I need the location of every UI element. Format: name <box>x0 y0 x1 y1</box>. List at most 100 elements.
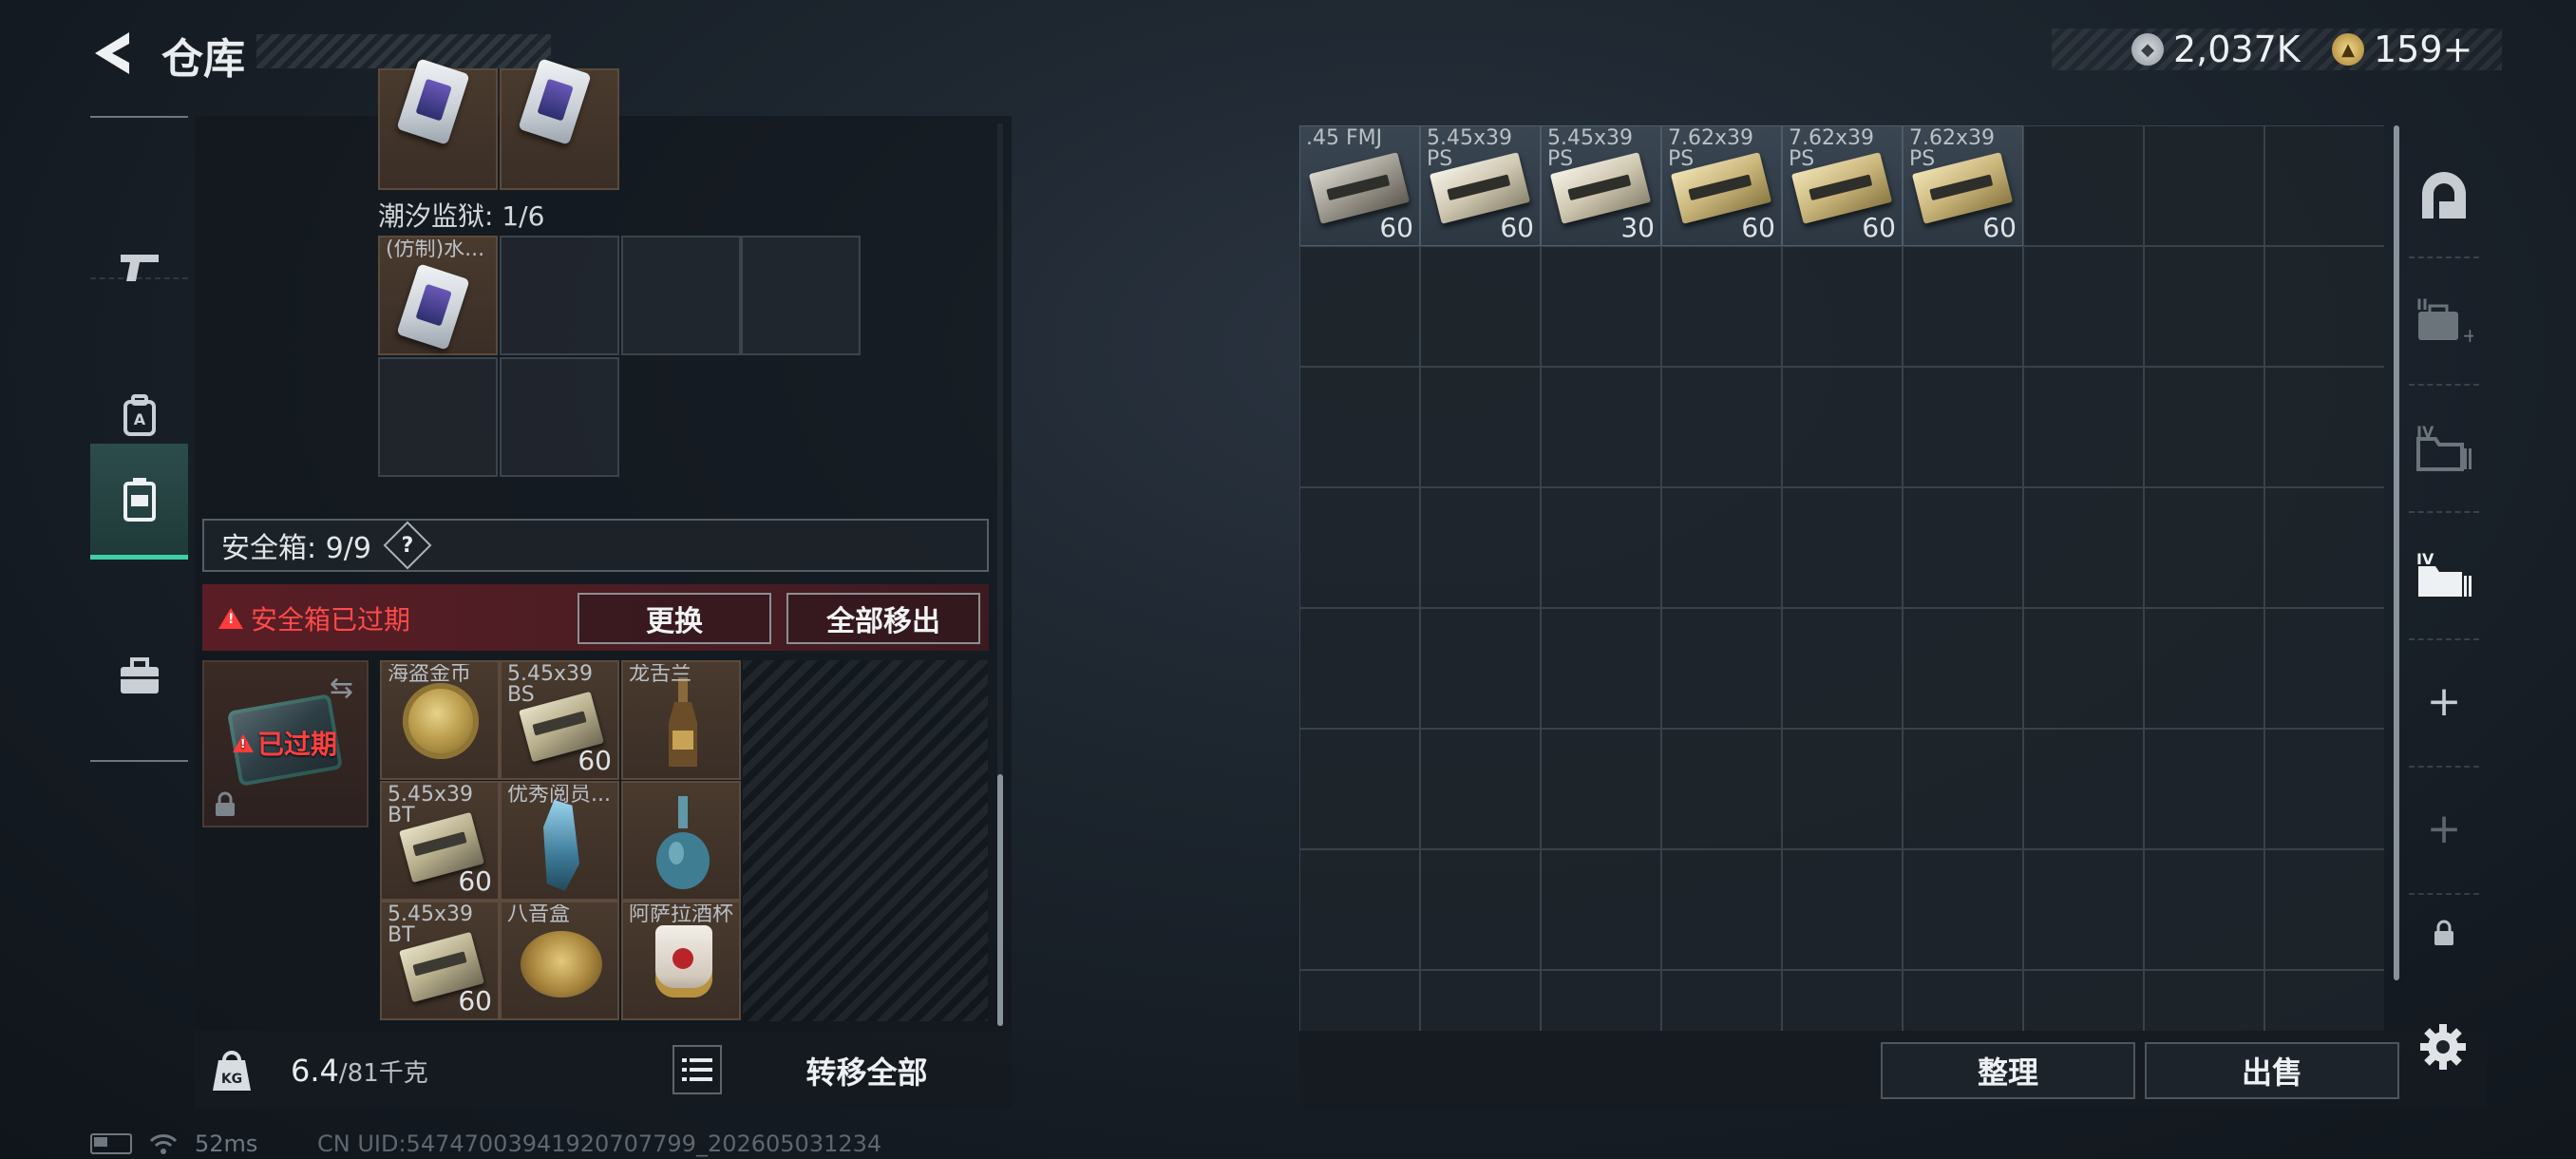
empty-slot[interactable] <box>2264 246 2384 367</box>
empty-slot[interactable] <box>2264 125 2384 246</box>
empty-slot[interactable] <box>2264 729 2384 849</box>
empty-slot[interactable] <box>500 357 619 477</box>
empty-slot[interactable] <box>2264 608 2384 729</box>
empty-slot[interactable] <box>2023 246 2144 367</box>
safe-item[interactable]: 优秀阅员... <box>500 781 619 901</box>
empty-slot[interactable] <box>1541 729 1661 849</box>
empty-slot[interactable] <box>1541 970 1661 1031</box>
inventory-slot[interactable] <box>378 58 498 190</box>
swap-icon[interactable]: ⇆ <box>330 672 353 705</box>
empty-slot[interactable] <box>2264 849 2384 970</box>
add-tab-button[interactable]: + <box>2401 640 2487 762</box>
empty-slot[interactable] <box>2144 849 2264 970</box>
empty-slot[interactable] <box>1782 849 1903 970</box>
add-tab-button-disabled[interactable]: + <box>2401 768 2487 889</box>
empty-slot[interactable] <box>1541 487 1661 608</box>
sort-button[interactable]: 整理 <box>1881 1042 2135 1099</box>
empty-slot[interactable] <box>1541 246 1661 367</box>
nav-item-container[interactable] <box>90 444 188 560</box>
empty-slot[interactable] <box>1299 849 1420 970</box>
empty-slot[interactable] <box>1299 367 1420 487</box>
nav-item-weapon[interactable] <box>90 216 188 320</box>
empty-slot[interactable] <box>2023 849 2144 970</box>
stash-tab-4[interactable]: IV <box>2401 513 2487 635</box>
stash-item[interactable]: 5.45x39 PS 60 <box>1420 125 1541 246</box>
stash-item[interactable]: 7.62x39 PS 60 <box>1661 125 1782 246</box>
safe-box-slot[interactable]: ⇆ ! 已过期 <box>202 660 369 827</box>
inventory-slot[interactable]: (仿制)水... <box>378 236 498 355</box>
empty-slot[interactable] <box>1782 487 1903 608</box>
empty-slot[interactable] <box>2144 125 2264 246</box>
gear-icon[interactable] <box>2418 1022 2468 1072</box>
empty-slot[interactable] <box>1299 970 1420 1031</box>
empty-slot[interactable] <box>2023 970 2144 1031</box>
empty-slot[interactable] <box>2023 487 2144 608</box>
empty-slot[interactable] <box>2144 367 2264 487</box>
empty-slot[interactable] <box>1903 367 2023 487</box>
empty-slot[interactable] <box>1299 608 1420 729</box>
stash-item[interactable]: 5.45x39 PS 30 <box>1541 125 1661 246</box>
empty-slot[interactable] <box>1541 849 1661 970</box>
empty-slot[interactable] <box>1903 608 2023 729</box>
safe-item[interactable]: 5.45x39 BT 60 <box>380 781 500 901</box>
locked-tab[interactable] <box>2401 895 2487 971</box>
empty-slot[interactable] <box>621 236 741 355</box>
remove-all-button[interactable]: 全部移出 <box>786 593 980 644</box>
stash-scrollbar[interactable] <box>2394 125 2399 980</box>
empty-slot[interactable] <box>1782 367 1903 487</box>
empty-slot[interactable] <box>1661 487 1782 608</box>
stash-item[interactable]: 7.62x39 PS 60 <box>1903 125 2023 246</box>
empty-slot[interactable] <box>1661 246 1782 367</box>
empty-slot[interactable] <box>1420 608 1541 729</box>
empty-slot[interactable] <box>1661 608 1782 729</box>
stash-item[interactable]: .45 FMJ 60 <box>1299 125 1420 246</box>
safe-item[interactable]: 5.45x39 BS 60 <box>500 660 619 780</box>
empty-slot[interactable] <box>1661 367 1782 487</box>
empty-slot[interactable] <box>500 236 619 355</box>
stash-item[interactable]: 7.62x39 PS 60 <box>1782 125 1903 246</box>
empty-slot[interactable] <box>1420 970 1541 1031</box>
empty-slot[interactable] <box>2264 367 2384 487</box>
empty-slot[interactable] <box>2023 729 2144 849</box>
empty-slot[interactable] <box>1782 246 1903 367</box>
empty-slot[interactable] <box>1782 729 1903 849</box>
empty-slot[interactable] <box>2264 487 2384 608</box>
back-button[interactable] <box>84 27 141 80</box>
nav-item-toolbox[interactable] <box>90 624 188 729</box>
empty-slot[interactable] <box>2144 246 2264 367</box>
list-view-button[interactable] <box>672 1045 722 1094</box>
empty-slot[interactable] <box>378 357 498 477</box>
inventory-slot[interactable] <box>500 58 619 190</box>
stash-tab-2[interactable]: II + <box>2401 258 2487 380</box>
empty-slot[interactable] <box>1903 487 2023 608</box>
empty-slot[interactable] <box>1541 367 1661 487</box>
safe-item[interactable]: 八音盒 <box>500 901 619 1020</box>
silver-currency[interactable]: ◆ 2,037K <box>2131 27 2301 72</box>
gold-currency[interactable]: ▲ 159+ <box>2332 27 2472 72</box>
sell-button[interactable]: 出售 <box>2145 1042 2399 1099</box>
help-button[interactable]: ? <box>383 521 432 570</box>
empty-slot[interactable] <box>2023 608 2144 729</box>
stash-tab-main[interactable] <box>2401 135 2487 256</box>
empty-slot[interactable] <box>2023 367 2144 487</box>
safe-item[interactable]: 阿萨拉酒杯 <box>621 901 741 1020</box>
safe-item[interactable]: 5.45x39 BT 60 <box>380 901 500 1020</box>
empty-slot[interactable] <box>2144 970 2264 1031</box>
empty-slot[interactable] <box>1661 970 1782 1031</box>
empty-slot[interactable] <box>1420 849 1541 970</box>
empty-slot[interactable] <box>2264 970 2384 1031</box>
empty-slot[interactable] <box>1420 246 1541 367</box>
stash-tab-3[interactable]: IV <box>2401 386 2487 507</box>
empty-slot[interactable] <box>2144 729 2264 849</box>
empty-slot[interactable] <box>2144 608 2264 729</box>
empty-slot[interactable] <box>2023 125 2144 246</box>
empty-slot[interactable] <box>1541 608 1661 729</box>
empty-slot[interactable] <box>1420 487 1541 608</box>
empty-slot[interactable] <box>1420 729 1541 849</box>
empty-slot[interactable] <box>1299 729 1420 849</box>
scrollbar-thumb[interactable] <box>997 774 1003 1026</box>
empty-slot[interactable] <box>1903 970 2023 1031</box>
replace-button[interactable]: 更换 <box>578 593 771 644</box>
empty-slot[interactable] <box>1661 849 1782 970</box>
empty-slot[interactable] <box>1782 608 1903 729</box>
